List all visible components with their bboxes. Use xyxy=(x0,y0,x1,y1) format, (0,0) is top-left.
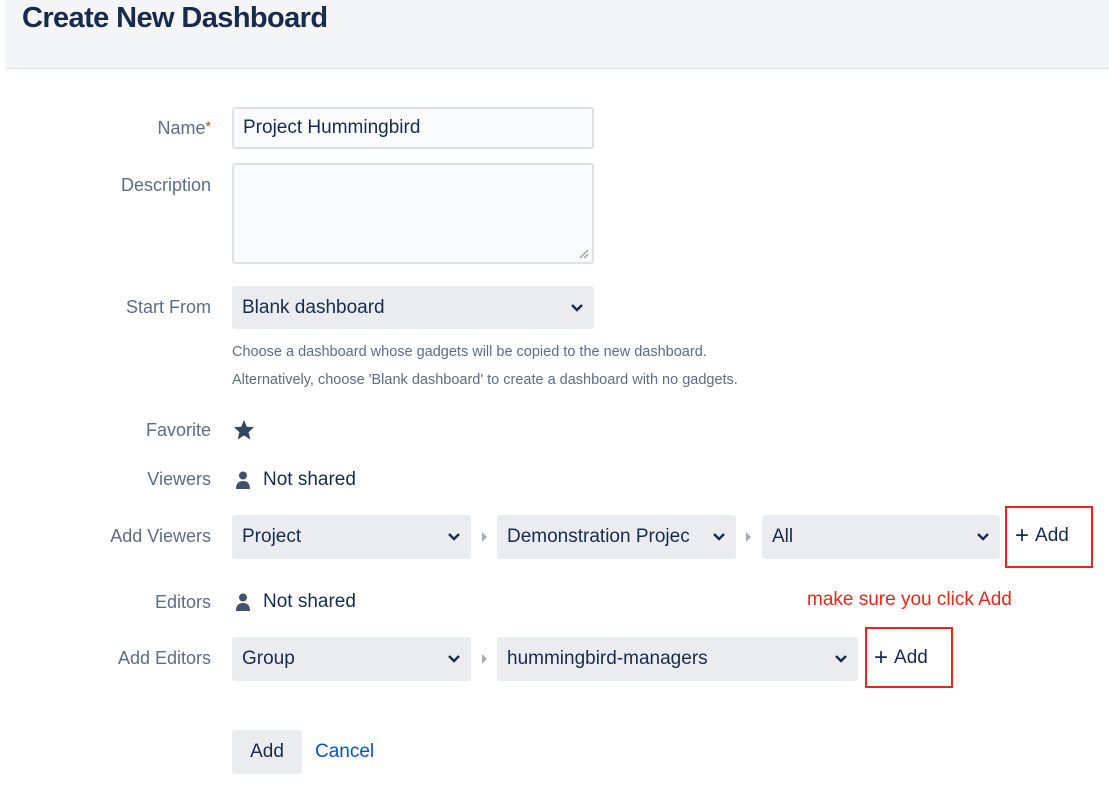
user-icon xyxy=(236,593,250,611)
editors-value: Not shared xyxy=(236,590,356,614)
start-from-help-1: Choose a dashboard whose gadgets will be… xyxy=(232,344,707,360)
editors-label: Editors xyxy=(154,592,211,612)
viewer-role-select[interactable]: All xyxy=(762,515,1000,559)
add-editors-label: Add Editors xyxy=(117,648,211,668)
caret-right-icon xyxy=(482,532,487,542)
viewer-type-select[interactable]: Project xyxy=(232,515,471,559)
name-label: Name* xyxy=(157,118,211,138)
plus-icon: + xyxy=(1015,522,1030,549)
editor-group-value: hummingbird-managers xyxy=(507,648,708,669)
add-viewer-button[interactable]: + Add xyxy=(1015,522,1069,550)
viewers-value: Not shared xyxy=(236,468,356,492)
start-from-label: Start From xyxy=(125,297,211,317)
star-icon[interactable] xyxy=(233,419,255,440)
start-from-help-2: Alternatively, choose 'Blank dashboard' … xyxy=(232,372,738,388)
caret-right-icon xyxy=(482,654,487,664)
editor-type-value: Group xyxy=(242,648,295,669)
cancel-link[interactable]: Cancel xyxy=(315,741,374,763)
resize-handle-icon[interactable] xyxy=(579,249,589,259)
chevron-down-icon xyxy=(977,533,989,541)
submit-add-button[interactable]: Add xyxy=(232,730,302,774)
page-title: Create New Dashboard xyxy=(22,2,328,34)
start-from-value: Blank dashboard xyxy=(242,296,385,318)
page-header: Create New Dashboard xyxy=(5,0,1109,69)
add-editor-button[interactable]: + Add xyxy=(874,644,928,672)
user-icon xyxy=(236,471,250,489)
name-input[interactable]: Project Hummingbird xyxy=(232,107,594,149)
description-label: Description xyxy=(120,175,211,195)
viewer-project-select[interactable]: Demonstration Projec xyxy=(497,515,736,559)
chevron-down-icon xyxy=(448,655,460,663)
viewer-type-value: Project xyxy=(242,526,302,547)
plus-icon: + xyxy=(874,644,889,671)
viewer-role-value: All xyxy=(772,526,794,547)
chevron-down-icon xyxy=(713,533,725,541)
add-viewers-label: Add Viewers xyxy=(110,526,211,546)
chevron-down-icon xyxy=(835,655,847,663)
viewer-project-value: Demonstration Projec xyxy=(507,526,690,547)
name-input-value: Project Hummingbird xyxy=(243,117,421,138)
caret-right-icon xyxy=(746,532,751,542)
annotation-note: make sure you click Add xyxy=(807,589,1012,610)
required-mark: * xyxy=(205,118,211,134)
chevron-down-icon xyxy=(448,533,460,541)
favorite-label: Favorite xyxy=(145,420,211,440)
start-from-select[interactable]: Blank dashboard xyxy=(232,286,594,329)
viewers-label: Viewers xyxy=(147,469,211,489)
editor-group-select[interactable]: hummingbird-managers xyxy=(497,637,858,681)
description-textarea[interactable] xyxy=(232,163,594,264)
chevron-down-icon xyxy=(571,303,583,312)
editor-type-select[interactable]: Group xyxy=(232,637,471,681)
